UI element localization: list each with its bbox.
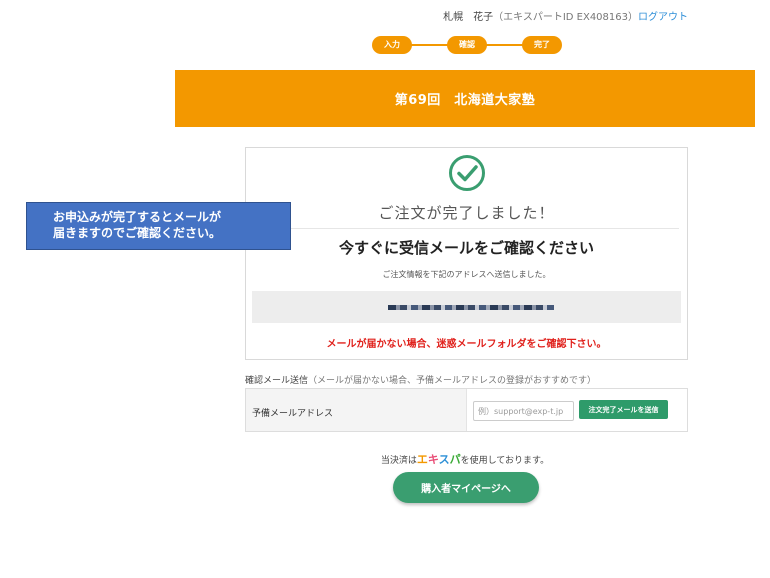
completion-card: ご注文が完了しました！ 今すぐに受信メールをご確認ください ご注文情報を下記のア…: [245, 147, 688, 360]
ekispa-logo: エキスパ: [416, 453, 461, 466]
backup-email-label: 予備メールアドレス: [252, 409, 334, 419]
backup-email-input[interactable]: [473, 401, 574, 421]
payment-prefix: 当決済は: [380, 456, 417, 466]
payment-suffix: を使用しております。: [460, 456, 550, 466]
confirm-mail-heading: 確認メール送信: [245, 376, 309, 386]
sent-address-box: [252, 291, 681, 323]
backup-email-label-cell: 予備メールアドレス: [246, 389, 467, 431]
check-circle-icon: [449, 155, 485, 191]
backup-email-row: 予備メールアドレス 注文完了メールを送信: [245, 388, 688, 432]
callout-line-2: 届きますのでご確認ください。: [53, 226, 222, 240]
event-title: 第69回 北海道大家塾: [394, 93, 536, 108]
logout-link[interactable]: ログアウト: [638, 12, 688, 23]
step-input: 入力: [372, 36, 412, 54]
spam-folder-warning: メールが届かない場合、迷惑メールフォルダをご確認下さい。: [326, 339, 607, 350]
redacted-email-address: [388, 305, 554, 310]
payment-notice: 当決済はエキスパを使用しております。: [0, 451, 770, 467]
send-order-email-button[interactable]: 注文完了メールを送信: [579, 400, 668, 419]
step-confirm: 確認: [447, 36, 487, 54]
event-banner: 第69回 北海道大家塾: [175, 70, 755, 127]
order-complete-title: ご注文が完了しました！: [378, 204, 555, 222]
confirm-mail-note: （メールが届かない場合、予備メールアドレスの登録がおすすめです）: [308, 376, 597, 386]
user-name: 札幌 花子: [443, 12, 494, 23]
annotation-callout: お申込みが完了するとメールが 届きますのでご確認ください。: [26, 202, 291, 250]
divider: [254, 228, 679, 229]
buyer-mypage-button[interactable]: 購入者マイページへ: [393, 472, 539, 503]
step-complete: 完了: [522, 36, 562, 54]
confirm-mail-section-label: 確認メール送信（メールが届かない場合、予備メールアドレスの登録がおすすめです）: [245, 373, 596, 386]
sent-notice: ご注文情報を下記のアドレスへ送信しました。: [382, 270, 551, 279]
progress-steps: 入力 確認 完了: [372, 36, 562, 54]
user-bar: 札幌 花子（エキスパートID EX408163）ログアウト: [443, 8, 688, 23]
mail-check-heading: 今すぐに受信メールをご確認ください: [338, 239, 594, 257]
expert-id: （エキスパートID EX408163）: [493, 12, 638, 23]
callout-line-1: お申込みが完了するとメールが: [53, 210, 222, 224]
